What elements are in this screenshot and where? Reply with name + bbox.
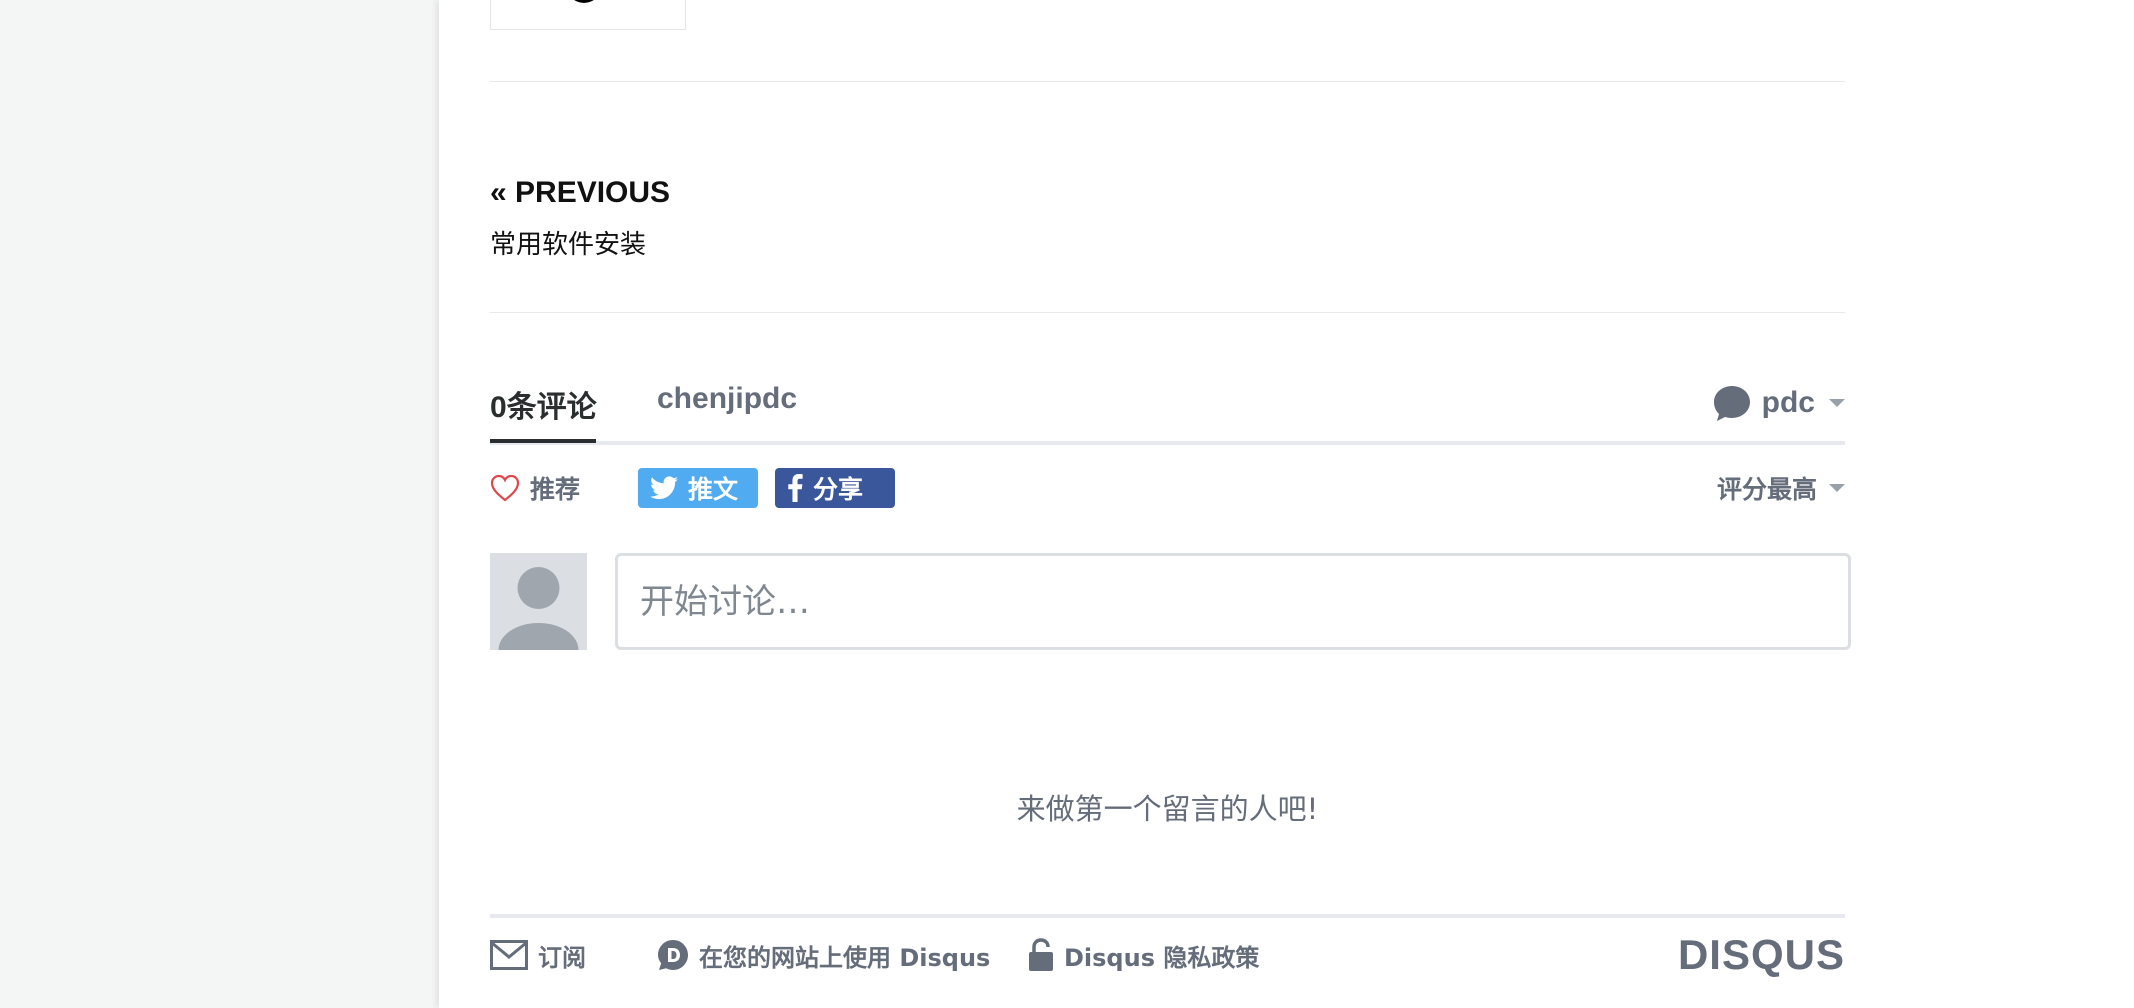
recommend-button[interactable]: 推荐 <box>490 470 580 506</box>
mail-icon <box>490 940 528 970</box>
chevron-down-icon <box>1829 484 1845 492</box>
tab-community[interactable]: chenjipdc <box>657 382 797 416</box>
divider <box>490 312 1845 313</box>
disqus-logo[interactable]: DISQUS <box>1678 931 1845 978</box>
sort-label: 评分最高 <box>1716 475 1817 504</box>
user-name: pdc <box>1761 386 1815 419</box>
facebook-icon <box>787 474 803 502</box>
comment-composer[interactable] <box>615 553 1851 650</box>
disqus-d-icon <box>657 939 689 971</box>
recommend-label: 推荐 <box>530 475 581 504</box>
privacy-policy-label: Disqus 隐私政策 <box>1064 943 1260 972</box>
empty-comments-message: 来做第一个留言的人吧! <box>1016 792 1319 826</box>
active-tab-indicator <box>490 439 596 443</box>
chat-bubble-icon <box>1713 386 1750 421</box>
sort-dropdown[interactable]: 评分最高 <box>1717 470 1845 506</box>
user-menu[interactable]: pdc <box>1712 382 1845 424</box>
comment-actions-bar: 推荐 推文 分享 评分最高 <box>490 468 1845 512</box>
lock-icon <box>1028 938 1054 972</box>
default-avatar-icon <box>490 553 587 650</box>
avatar[interactable] <box>490 553 587 650</box>
comments-tabs: 0条评论 chenjipdc pdc <box>490 382 1845 444</box>
disqus-footer: 订阅 在您的网站上使用 Disqus Disqus 隐私政策 DISQUS <box>490 931 1845 978</box>
twitter-icon <box>650 476 678 500</box>
article-image-thumbnail <box>490 0 686 30</box>
privacy-policy-link[interactable]: Disqus 隐私政策 <box>1028 932 1259 978</box>
tab-comment-count[interactable]: 0条评论 <box>490 382 597 442</box>
tweet-label: 推文 <box>688 475 739 504</box>
tweet-button[interactable]: 推文 <box>638 468 758 508</box>
comment-input[interactable] <box>618 556 1848 647</box>
subscribe-label: 订阅 <box>538 943 586 972</box>
add-disqus-label: 在您的网站上使用 Disqus <box>699 943 991 972</box>
share-label: 分享 <box>813 475 864 504</box>
chevron-down-icon <box>1829 399 1845 407</box>
footer-divider <box>490 914 1845 918</box>
thumbnail-graphic <box>566 0 602 3</box>
previous-post-title[interactable]: 常用软件安装 <box>490 224 646 261</box>
article-page: « PREVIOUS 常用软件安装 0条评论 chenjipdc pdc 推荐 <box>439 0 2134 1008</box>
divider <box>490 81 1845 82</box>
previous-post-link[interactable]: « PREVIOUS <box>490 176 670 210</box>
add-disqus-link[interactable]: 在您的网站上使用 Disqus <box>657 932 990 978</box>
facebook-share-button[interactable]: 分享 <box>775 468 895 508</box>
subscribe-link[interactable]: 订阅 <box>490 932 586 978</box>
heart-icon <box>490 474 520 502</box>
